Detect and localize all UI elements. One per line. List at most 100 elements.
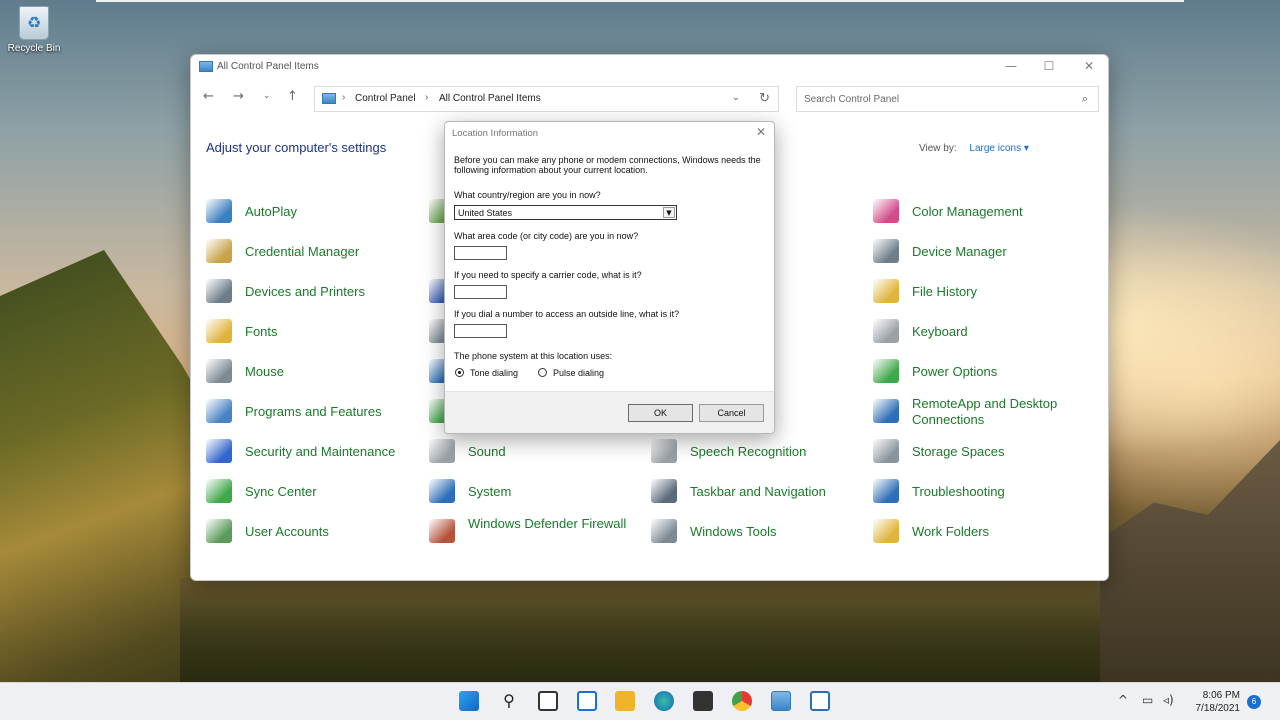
- view-by: View by: Large icons ▾: [919, 143, 1029, 154]
- storage-spaces-icon: [873, 439, 899, 463]
- control-panel-item[interactable]: Mouse: [206, 355, 416, 387]
- credential-manager-icon: [206, 239, 232, 263]
- view-by-dropdown[interactable]: Large icons ▾: [969, 143, 1029, 154]
- search-icon[interactable]: ⚲: [499, 691, 519, 711]
- control-panel-item[interactable]: Keyboard: [873, 315, 1083, 347]
- control-panel-item[interactable]: File History: [873, 275, 1083, 307]
- clock[interactable]: 8:06 PM 7/18/2021: [1188, 689, 1241, 715]
- control-panel-item-label: Storage Spaces: [912, 444, 1005, 459]
- edge-browser-icon[interactable]: [654, 691, 674, 711]
- radio-unselected-icon: [538, 368, 547, 377]
- country-select-value: United States: [458, 208, 513, 218]
- address-dropdown-icon[interactable]: ⌄: [732, 92, 740, 103]
- control-panel-item[interactable]: Sync Center: [206, 475, 416, 507]
- dialog-footer: OK Cancel: [445, 391, 774, 433]
- up-arrow-icon[interactable]: ↑: [287, 89, 298, 104]
- back-arrow-icon[interactable]: ←: [203, 89, 214, 104]
- notification-badge[interactable]: 6: [1247, 695, 1261, 709]
- control-panel-taskbar-icon[interactable]: [771, 691, 791, 711]
- caret-down-icon: ▾: [1023, 143, 1029, 154]
- search-box[interactable]: Search Control Panel ⌕: [796, 86, 1099, 112]
- view-by-value: Large icons: [969, 143, 1022, 154]
- widgets-icon[interactable]: [577, 691, 597, 711]
- control-panel-item[interactable]: Devices and Printers: [206, 275, 416, 307]
- control-panel-item[interactable]: Storage Spaces: [873, 435, 1083, 467]
- control-panel-item-label: User Accounts: [245, 524, 329, 539]
- control-panel-item-label: Mouse: [245, 364, 285, 379]
- control-panel-item[interactable]: Sound: [429, 435, 639, 467]
- control-panel-item[interactable]: Fonts: [206, 315, 416, 347]
- recycle-bin-desktop-icon[interactable]: Recycle Bin: [4, 6, 64, 54]
- show-hidden-icons-chevron-icon[interactable]: ^: [1118, 693, 1128, 707]
- close-button[interactable]: ✕: [1079, 59, 1099, 75]
- control-panel-item-label: AutoPlay: [245, 204, 298, 219]
- control-panel-item[interactable]: AutoPlay: [206, 195, 416, 227]
- sync-center-icon: [206, 479, 232, 503]
- volume-icon[interactable]: ◃): [1163, 693, 1174, 707]
- control-panel-item[interactable]: Windows Tools: [651, 515, 861, 547]
- control-panel-item[interactable]: Windows Defender Firewall: [429, 515, 639, 547]
- control-panel-item[interactable]: Troubleshooting: [873, 475, 1083, 507]
- network-icon[interactable]: ▭: [1142, 693, 1153, 707]
- title-bar[interactable]: All Control Panel Items — ☐ ✕: [191, 55, 1108, 79]
- control-panel-item[interactable]: RemoteApp and Desktop Connections: [873, 395, 1083, 427]
- maximize-button[interactable]: ☐: [1039, 59, 1059, 75]
- search-icon: ⌕: [1081, 92, 1088, 105]
- control-panel-item-label: System: [468, 484, 512, 499]
- refresh-icon[interactable]: ↻: [759, 91, 770, 106]
- wallpaper-hill-right: [1100, 440, 1280, 690]
- control-panel-item[interactable]: User Accounts: [206, 515, 416, 547]
- start-button-windows-icon[interactable]: [459, 691, 479, 711]
- control-panel-item-label: Fonts: [245, 324, 278, 339]
- control-panel-item-label: Programs and Features: [245, 404, 382, 419]
- control-panel-item[interactable]: Programs and Features: [206, 395, 416, 427]
- control-panel-item[interactable]: Speech Recognition: [651, 435, 861, 467]
- control-panel-item[interactable]: Taskbar and Navigation: [651, 475, 861, 507]
- control-panel-item-label: Color Management: [912, 204, 1023, 219]
- taskbar: ⚲ ^ ▭ ◃) 8:06 PM 7/18/2021 6: [0, 682, 1280, 720]
- sound-icon: [429, 439, 455, 463]
- control-panel-item-label: Troubleshooting: [912, 484, 1005, 499]
- control-panel-item[interactable]: Device Manager: [873, 235, 1083, 267]
- navigation-bar: ← → ⌄ ↑ › Control Panel › All Control Pa…: [191, 79, 1108, 115]
- recent-locations-chevron-icon[interactable]: ⌄: [263, 91, 271, 101]
- outside-line-input[interactable]: [454, 324, 507, 338]
- cancel-button[interactable]: Cancel: [699, 404, 764, 422]
- store-icon[interactable]: [693, 691, 713, 711]
- dropdown-arrow-icon[interactable]: ▼: [663, 207, 675, 218]
- address-bar[interactable]: › Control Panel › All Control Panel Item…: [314, 86, 779, 112]
- keyboard-icon: [873, 319, 899, 343]
- control-panel-item[interactable]: Color Management: [873, 195, 1083, 227]
- file-explorer-icon[interactable]: [615, 691, 635, 711]
- fonts-icon: [206, 319, 232, 343]
- breadcrumb-control-panel[interactable]: Control Panel: [355, 93, 416, 104]
- control-panel-item[interactable]: Credential Manager: [206, 235, 416, 267]
- breadcrumb-all-items[interactable]: All Control Panel Items: [439, 93, 541, 104]
- minimize-button[interactable]: —: [1001, 59, 1021, 75]
- color-management-icon: [873, 199, 899, 223]
- outside-line-question: If you dial a number to access an outsid…: [454, 309, 680, 319]
- country-select[interactable]: United States ▼: [454, 205, 677, 220]
- control-panel-icon: [199, 61, 213, 72]
- app-window-icon[interactable]: [810, 691, 830, 711]
- control-panel-item[interactable]: System: [429, 475, 639, 507]
- forward-arrow-icon[interactable]: →: [233, 89, 244, 104]
- ok-button[interactable]: OK: [628, 404, 693, 422]
- carrier-code-input[interactable]: [454, 285, 507, 299]
- chrome-icon[interactable]: [732, 691, 752, 711]
- task-view-icon[interactable]: [538, 691, 558, 711]
- control-panel-item-label: Windows Defender Firewall: [468, 516, 627, 531]
- recycle-bin-label: Recycle Bin: [7, 43, 61, 54]
- control-panel-icon: [322, 93, 336, 104]
- firewall-icon: [429, 519, 455, 543]
- dialog-title: Location Information: [452, 128, 539, 139]
- control-panel-item[interactable]: Work Folders: [873, 515, 1083, 547]
- clock-date: 7/18/2021: [1195, 703, 1241, 714]
- control-panel-item-label: RemoteApp and Desktop Connections: [912, 396, 1058, 427]
- phone-system-question: The phone system at this location uses:: [454, 351, 613, 361]
- dialog-close-icon[interactable]: ✕: [756, 125, 766, 139]
- area-code-input[interactable]: [454, 246, 507, 260]
- carrier-code-question: If you need to specify a carrier code, w…: [454, 270, 642, 280]
- control-panel-item[interactable]: Security and Maintenance: [206, 435, 416, 467]
- control-panel-item[interactable]: Power Options: [873, 355, 1083, 387]
